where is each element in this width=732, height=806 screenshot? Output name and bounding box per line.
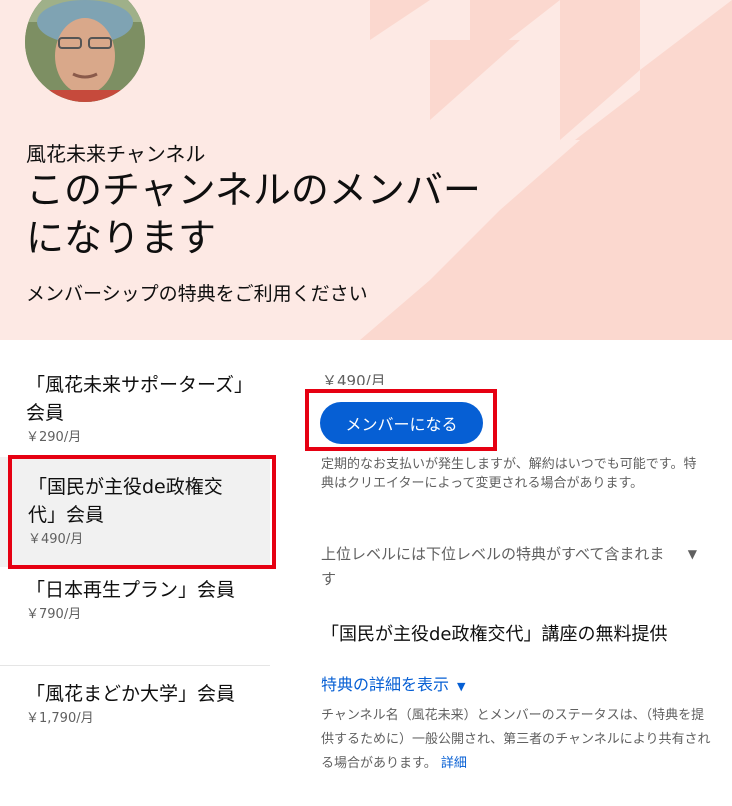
selected-tier-price: ￥490/月: [322, 372, 386, 385]
tier-divider: [0, 665, 270, 666]
tier-item-seiken-koutai[interactable]: 「国民が主役de政権交代」会員 ￥490/月: [0, 457, 270, 567]
tier-name: 「国民が主役de政権交代」会員: [28, 476, 223, 526]
tier-item-madoka-daigaku[interactable]: 「風花まどか大学」会員 ￥1,790/月: [0, 680, 270, 762]
tier-name: 「日本再生プラン」会員: [26, 579, 236, 601]
tier-item-nihon-saisei[interactable]: 「日本再生プラン」会員 ￥790/月: [0, 576, 270, 658]
chevron-down-icon: ▼: [687, 547, 697, 561]
channel-header: 風花未来チャンネル このチャンネルのメンバーになります メンバーシップの特典をご…: [0, 0, 732, 340]
tier-price: ￥290/月: [26, 430, 82, 445]
caret-down-icon: ▼: [457, 680, 466, 693]
tier-price: ￥1,790/月: [26, 711, 94, 726]
perks-inclusion-toggle[interactable]: 上位レベルには下位レベルの特典がすべて含まれます ▼: [321, 542, 701, 592]
join-button[interactable]: メンバーになる: [320, 402, 483, 444]
show-perk-details-link[interactable]: 特典の詳細を表示 ▼: [321, 671, 465, 695]
perk-title: 「国民が主役de政権交代」講座の無料提供: [321, 624, 668, 645]
tier-name: 「風花まどか大学」会員: [26, 683, 236, 705]
tier-price: ￥490/月: [28, 532, 84, 547]
page-subtitle: メンバーシップの特典をご利用ください: [26, 283, 368, 305]
perk-details-label: 特典の詳細を表示: [321, 675, 450, 694]
learn-more-link[interactable]: 詳細: [441, 756, 467, 771]
privacy-note: チャンネル名（風花未来）とメンバーのステータスは、（特典を提供するために）一般公…: [321, 704, 711, 776]
perks-toggle-label: 上位レベルには下位レベルの特典がすべて含まれます: [321, 545, 665, 588]
tier-item-supporters[interactable]: 「風花未来サポーターズ」会員 ￥290/月: [0, 371, 270, 453]
page-title: このチャンネルのメンバーになります: [26, 168, 481, 260]
tier-price: ￥790/月: [26, 607, 82, 622]
tier-name: 「風花未来サポーターズ」会員: [26, 374, 244, 424]
channel-name: 風花未来チャンネル: [26, 142, 206, 166]
billing-note: 定期的なお支払いが発生しますが、解約はいつでも可能です。特典はクリエイターによっ…: [321, 457, 697, 491]
privacy-note-text: チャンネル名（風花未来）とメンバーのステータスは、（特典を提供するために）一般公…: [321, 708, 711, 771]
